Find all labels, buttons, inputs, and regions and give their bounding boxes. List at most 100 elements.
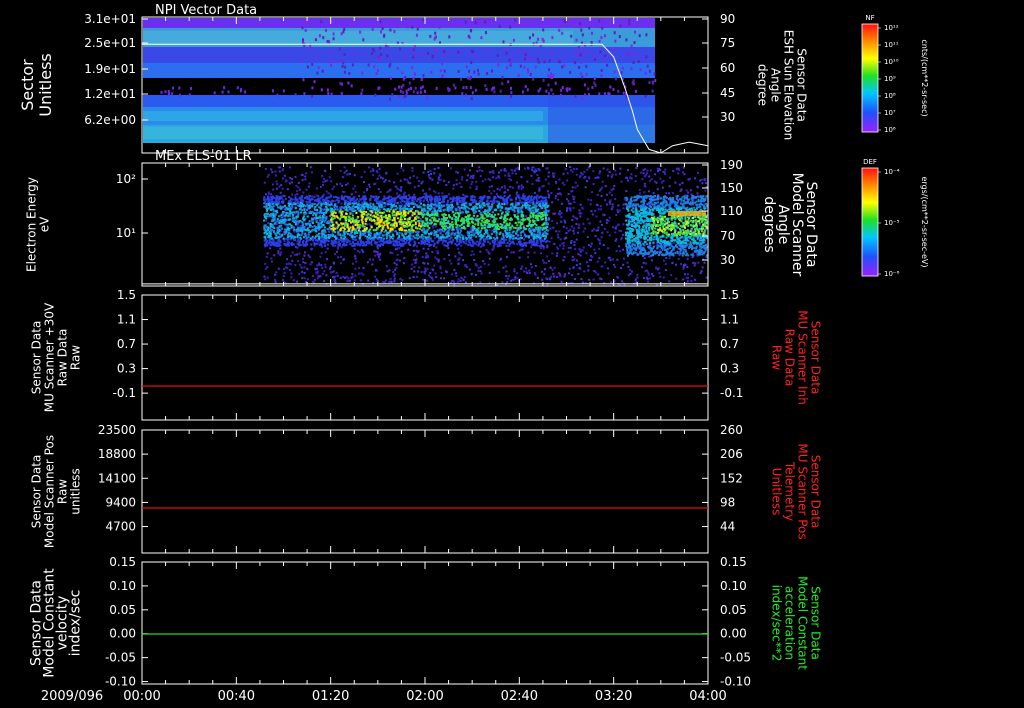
heat-pixel xyxy=(368,223,371,226)
heat-pixel xyxy=(302,191,305,194)
heat-pixel xyxy=(647,190,650,193)
heat-pixel xyxy=(488,213,491,215)
heat-pixel xyxy=(407,248,410,251)
heat-pixel xyxy=(590,41,593,44)
heat-pixel xyxy=(546,255,549,258)
heat-pixel xyxy=(454,86,457,90)
heat-pixel xyxy=(585,64,588,68)
heat-pixel xyxy=(319,255,322,258)
heat-pixel xyxy=(640,171,643,174)
heat-pixel xyxy=(439,173,441,176)
heat-pixel xyxy=(524,57,527,61)
heat-pixel xyxy=(271,171,274,174)
heat-pixel xyxy=(645,33,648,37)
heat-pixel xyxy=(568,272,570,275)
heat-pixel xyxy=(336,183,338,186)
heat-pixel xyxy=(431,178,434,181)
heat-pixel xyxy=(441,61,444,65)
heat-pixel xyxy=(563,255,566,258)
heat-pixel xyxy=(564,221,567,224)
heat-pixel xyxy=(568,87,571,91)
heat-pixel xyxy=(374,254,377,257)
heat-pixel xyxy=(557,192,560,195)
heat-pixel xyxy=(527,256,530,259)
heat-pixel xyxy=(277,215,280,218)
heat-pixel xyxy=(313,244,316,247)
heat-pixel xyxy=(515,193,518,196)
heat-pixel xyxy=(474,242,477,245)
heat-pixel xyxy=(504,208,507,210)
heat-pixel xyxy=(618,245,620,248)
heat-pixel xyxy=(321,267,324,269)
heat-pixel xyxy=(296,193,299,195)
heat-pixel xyxy=(484,84,487,88)
heat-pixel xyxy=(302,38,304,42)
heat-pixel xyxy=(493,90,496,94)
heat-pixel xyxy=(383,216,386,218)
heat-pixel xyxy=(330,239,333,242)
heat-pixel xyxy=(304,18,306,22)
heat-pixel xyxy=(511,172,514,175)
heat-pixel xyxy=(453,214,456,216)
heat-pixel xyxy=(460,276,463,279)
heat-pixel xyxy=(497,228,500,230)
heat-pixel xyxy=(558,178,561,181)
heat-pixel xyxy=(419,86,422,90)
heat-pixel xyxy=(537,234,540,237)
heat-pixel xyxy=(355,238,358,241)
heat-pixel xyxy=(410,86,412,90)
heat-pixel xyxy=(485,31,487,35)
heat-pixel xyxy=(385,172,388,175)
heat-pixel xyxy=(292,213,294,216)
heat-pixel xyxy=(374,234,377,237)
heat-pixel xyxy=(468,268,471,271)
heat-pixel xyxy=(432,226,435,229)
heat-pixel xyxy=(608,256,611,259)
heat-pixel xyxy=(279,191,282,194)
heat-pixel xyxy=(385,237,388,240)
heat-pixel xyxy=(350,84,353,88)
heat-pixel xyxy=(537,211,540,214)
heat-pixel xyxy=(569,70,572,74)
heat-pixel xyxy=(419,227,421,230)
heat-pixel xyxy=(274,170,277,173)
heat-pixel xyxy=(304,28,307,32)
heat-pixel xyxy=(296,224,299,227)
heat-pixel xyxy=(544,204,546,207)
heat-pixel xyxy=(557,198,560,201)
heat-pixel xyxy=(492,201,495,204)
heat-pixel xyxy=(405,229,408,232)
heat-pixel xyxy=(404,75,407,79)
heat-pixel xyxy=(483,262,486,265)
heat-pixel xyxy=(315,54,318,58)
heat-pixel xyxy=(388,190,391,193)
heat-pixel xyxy=(463,241,466,244)
heat-pixel xyxy=(471,250,474,253)
heat-pixel xyxy=(302,261,305,264)
heat-pixel xyxy=(346,280,349,282)
heat-pixel xyxy=(570,190,573,193)
heat-pixel xyxy=(680,263,682,266)
heat-pixel xyxy=(398,95,401,99)
heat-pixel xyxy=(436,250,439,253)
heat-pixel xyxy=(400,221,402,224)
heat-pixel xyxy=(581,50,584,54)
heat-pixel xyxy=(422,278,425,281)
heat-pixel xyxy=(507,275,510,278)
heat-pixel xyxy=(579,174,582,177)
heat-pixel xyxy=(418,201,421,204)
heat-pixel xyxy=(567,200,570,202)
heat-pixel xyxy=(330,63,333,67)
heat-pixel xyxy=(270,168,273,171)
heat-pixel xyxy=(331,270,334,273)
heat-pixel xyxy=(441,225,444,228)
heat-pixel xyxy=(377,69,379,72)
heat-pixel xyxy=(614,77,617,81)
heat-pixel xyxy=(304,211,307,214)
heat-pixel xyxy=(427,171,430,174)
heat-pixel xyxy=(615,214,618,216)
heat-pixel xyxy=(633,41,636,44)
heat-pixel xyxy=(532,77,535,81)
heat-pixel xyxy=(571,186,574,189)
heat-pixel xyxy=(447,247,450,250)
